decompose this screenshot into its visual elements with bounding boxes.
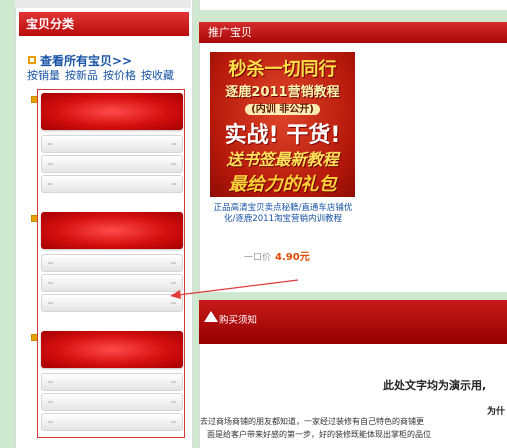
triangle-icon <box>204 311 218 322</box>
product-title-link[interactable]: 正品高清宝贝卖点秘籍/直通车店铺优化/逐鹿2011淘宝营销内训教程 <box>212 203 354 225</box>
sort-links: 按销量 按新品 按价格 按收藏 <box>27 67 179 83</box>
product-image-text: (内训 非公开) <box>210 100 355 115</box>
product-image-text: 逐鹿2011营销教程 <box>225 85 340 100</box>
sidebar-top-strip <box>15 0 191 8</box>
notice-body-text: 面是给客户带来好感的第一步，好的装修既能体现出掌柜的品位 <box>207 430 431 439</box>
sort-by-sales-link[interactable]: 按销量 <box>27 69 60 82</box>
sort-by-price-link[interactable]: 按价格 <box>103 69 136 82</box>
annotation-highlight-box <box>37 89 185 438</box>
sort-by-new-link[interactable]: 按新品 <box>65 69 98 82</box>
product-image-text: 最给力的礼包 <box>228 174 337 195</box>
promo-header: 推广宝贝 <box>199 22 507 43</box>
price-row: 一口价 4.90元 <box>244 248 310 263</box>
notice-body-text: 去过商场商铺的朋友都知道，一家经过装修有自己特色的商铺更 <box>200 417 424 426</box>
notice-subheading: 为什 <box>487 407 506 417</box>
product-image-text: 秒杀一切同行 <box>228 59 337 80</box>
product-image-text: 实战! 干货! <box>224 123 341 148</box>
notice-title: 购买须知 <box>219 315 258 326</box>
price-value: 4.90元 <box>275 252 310 263</box>
main-top-strip <box>199 0 507 10</box>
product-image-tag: (内训 非公开) <box>245 104 320 115</box>
category-header: 宝贝分类 <box>19 12 189 36</box>
product-image[interactable]: 秒杀一切同行 逐鹿2011营销教程 (内训 非公开) 实战! 干货! 送书签最新… <box>210 52 355 197</box>
view-all-label: 查看所有宝贝>> <box>40 54 133 68</box>
sort-by-favorites-link[interactable]: 按收藏 <box>141 69 174 82</box>
product-image-text: 送书签最新教程 <box>226 150 339 169</box>
square-bullet-icon <box>28 56 36 64</box>
demo-text: 此处文字均为演示用, <box>383 379 487 392</box>
price-label: 一口价 <box>244 253 272 263</box>
